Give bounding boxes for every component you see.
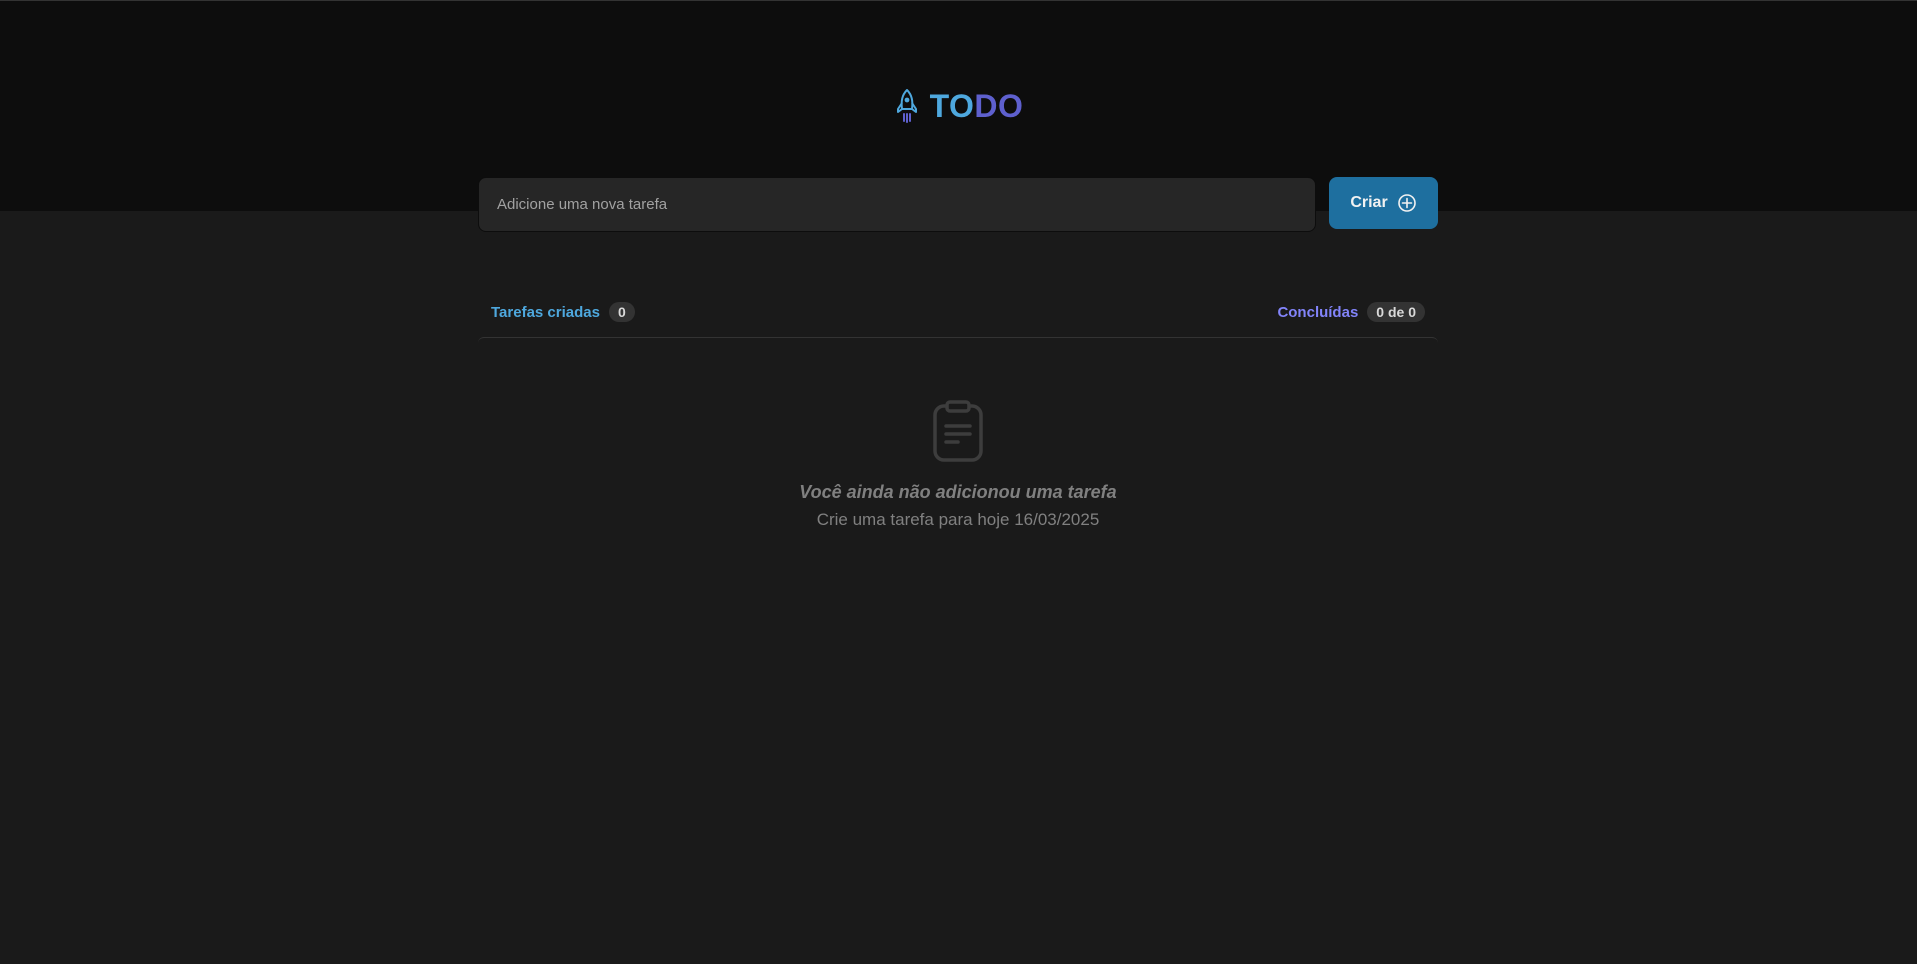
empty-state-subtitle: Crie uma tarefa para hoje 16/03/2025 [816,510,1100,529]
done-counter: Concluídas 0 de 0 [1277,302,1425,322]
create-task-form: Criar [478,177,1438,232]
task-stats: Tarefas criadas 0 Concluídas 0 de 0 [478,301,1438,323]
app-title-part2: DO [974,88,1024,124]
app-logo: TODO [0,88,1917,124]
rocket-icon [896,89,917,123]
list-divider [478,337,1438,343]
created-counter: Tarefas criadas 0 [491,302,635,322]
done-count-badge: 0 de 0 [1367,302,1425,322]
empty-state-title: Você ainda não adicionou uma tarefa [799,482,1117,502]
app-title: TODO [930,88,1024,124]
empty-state: Você ainda não adicionou uma tarefa Crie… [478,400,1438,530]
plus-circle-icon [1397,194,1416,212]
clipboard-icon [933,400,983,462]
app-title-part1: TO [929,88,975,124]
create-button[interactable]: Criar [1329,177,1438,229]
created-label: Tarefas criadas [491,303,600,321]
done-label: Concluídas [1277,303,1359,321]
created-count-badge: 0 [608,302,635,322]
create-button-label: Criar [1350,194,1388,211]
new-task-input[interactable] [478,177,1316,232]
page: TODO Criar Tarefas criadas 0 Concluídas … [0,0,1917,964]
